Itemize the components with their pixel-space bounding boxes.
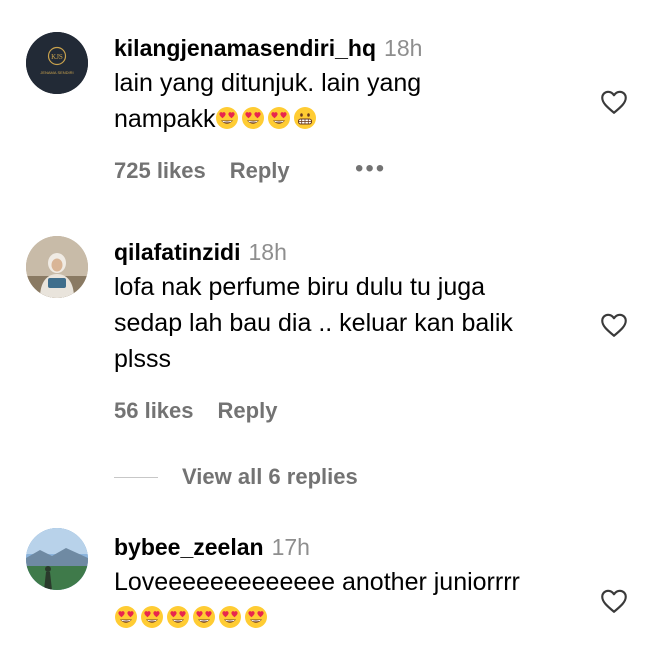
avatar-initials: KJS	[51, 53, 63, 61]
comment-timestamp[interactable]: 18h	[384, 35, 422, 61]
view-replies-label[interactable]: View all 6 replies	[182, 464, 358, 490]
heart-eyes-emoji-icon	[215, 106, 239, 130]
comment-text-line: lain yang ditunjuk. lain yang	[114, 69, 422, 97]
comment-username[interactable]: bybee_zeelan	[114, 534, 264, 560]
comment-timestamp[interactable]: 18h	[249, 239, 287, 265]
likes-count[interactable]: 725 likes	[114, 158, 206, 184]
comment-username[interactable]: kilangjenamasendiri_hq	[114, 35, 376, 61]
comment-text-line: sedap lah bau dia .. keluar kan balik	[114, 309, 513, 337]
comment-text-line: lofa nak perfume biru dulu tu juga	[114, 273, 486, 301]
brand-logo-icon: KJS JENAMA SENDIRI	[26, 32, 88, 94]
comment-text-line: Loveeeeeeeeeeeee another juniorrrr	[114, 568, 520, 596]
heart-eyes-emoji-icon	[267, 106, 291, 130]
comment-text: Loveeeeeeeeeeeee another juniorrrr	[114, 564, 592, 636]
heart-icon[interactable]	[598, 87, 630, 117]
comment-text: lain yang ditunjuk. lain yang nampakk	[114, 65, 592, 137]
heart-eyes-emoji-icon	[192, 605, 216, 629]
divider	[114, 476, 158, 478]
comment-text-line: plsss	[114, 345, 171, 373]
avatar-caption: JENAMA SENDIRI	[40, 70, 73, 75]
heart-icon[interactable]	[598, 586, 630, 616]
reply-button[interactable]: Reply	[230, 158, 290, 184]
comment-text: lofa nak perfume biru dulu tu juga sedap…	[114, 269, 592, 377]
avatar[interactable]	[26, 528, 88, 590]
comment-timestamp[interactable]: 17h	[272, 534, 310, 560]
profile-photo-icon	[26, 528, 88, 590]
more-options-icon[interactable]: •••	[355, 155, 386, 183]
reply-button[interactable]: Reply	[218, 398, 278, 424]
avatar[interactable]: KJS JENAMA SENDIRI	[26, 32, 88, 94]
comment-username[interactable]: qilafatinzidi	[114, 239, 241, 265]
grimacing-face-emoji-icon	[293, 106, 317, 130]
likes-count[interactable]: 56 likes	[114, 398, 194, 424]
heart-eyes-emoji-icon	[218, 605, 242, 629]
avatar[interactable]	[26, 236, 88, 298]
comment-text-line: nampakk	[114, 101, 592, 137]
heart-eyes-emoji-icon	[166, 605, 190, 629]
heart-eyes-emoji-icon	[140, 605, 164, 629]
heart-icon[interactable]	[598, 310, 630, 340]
view-replies-button[interactable]: View all 6 replies	[114, 462, 358, 492]
comment-text-line	[114, 600, 592, 636]
profile-photo-icon	[26, 236, 88, 298]
heart-eyes-emoji-icon	[241, 106, 265, 130]
comment-text-fragment: nampakk	[114, 105, 216, 133]
heart-eyes-emoji-icon	[114, 605, 138, 629]
heart-eyes-emoji-icon	[244, 605, 268, 629]
